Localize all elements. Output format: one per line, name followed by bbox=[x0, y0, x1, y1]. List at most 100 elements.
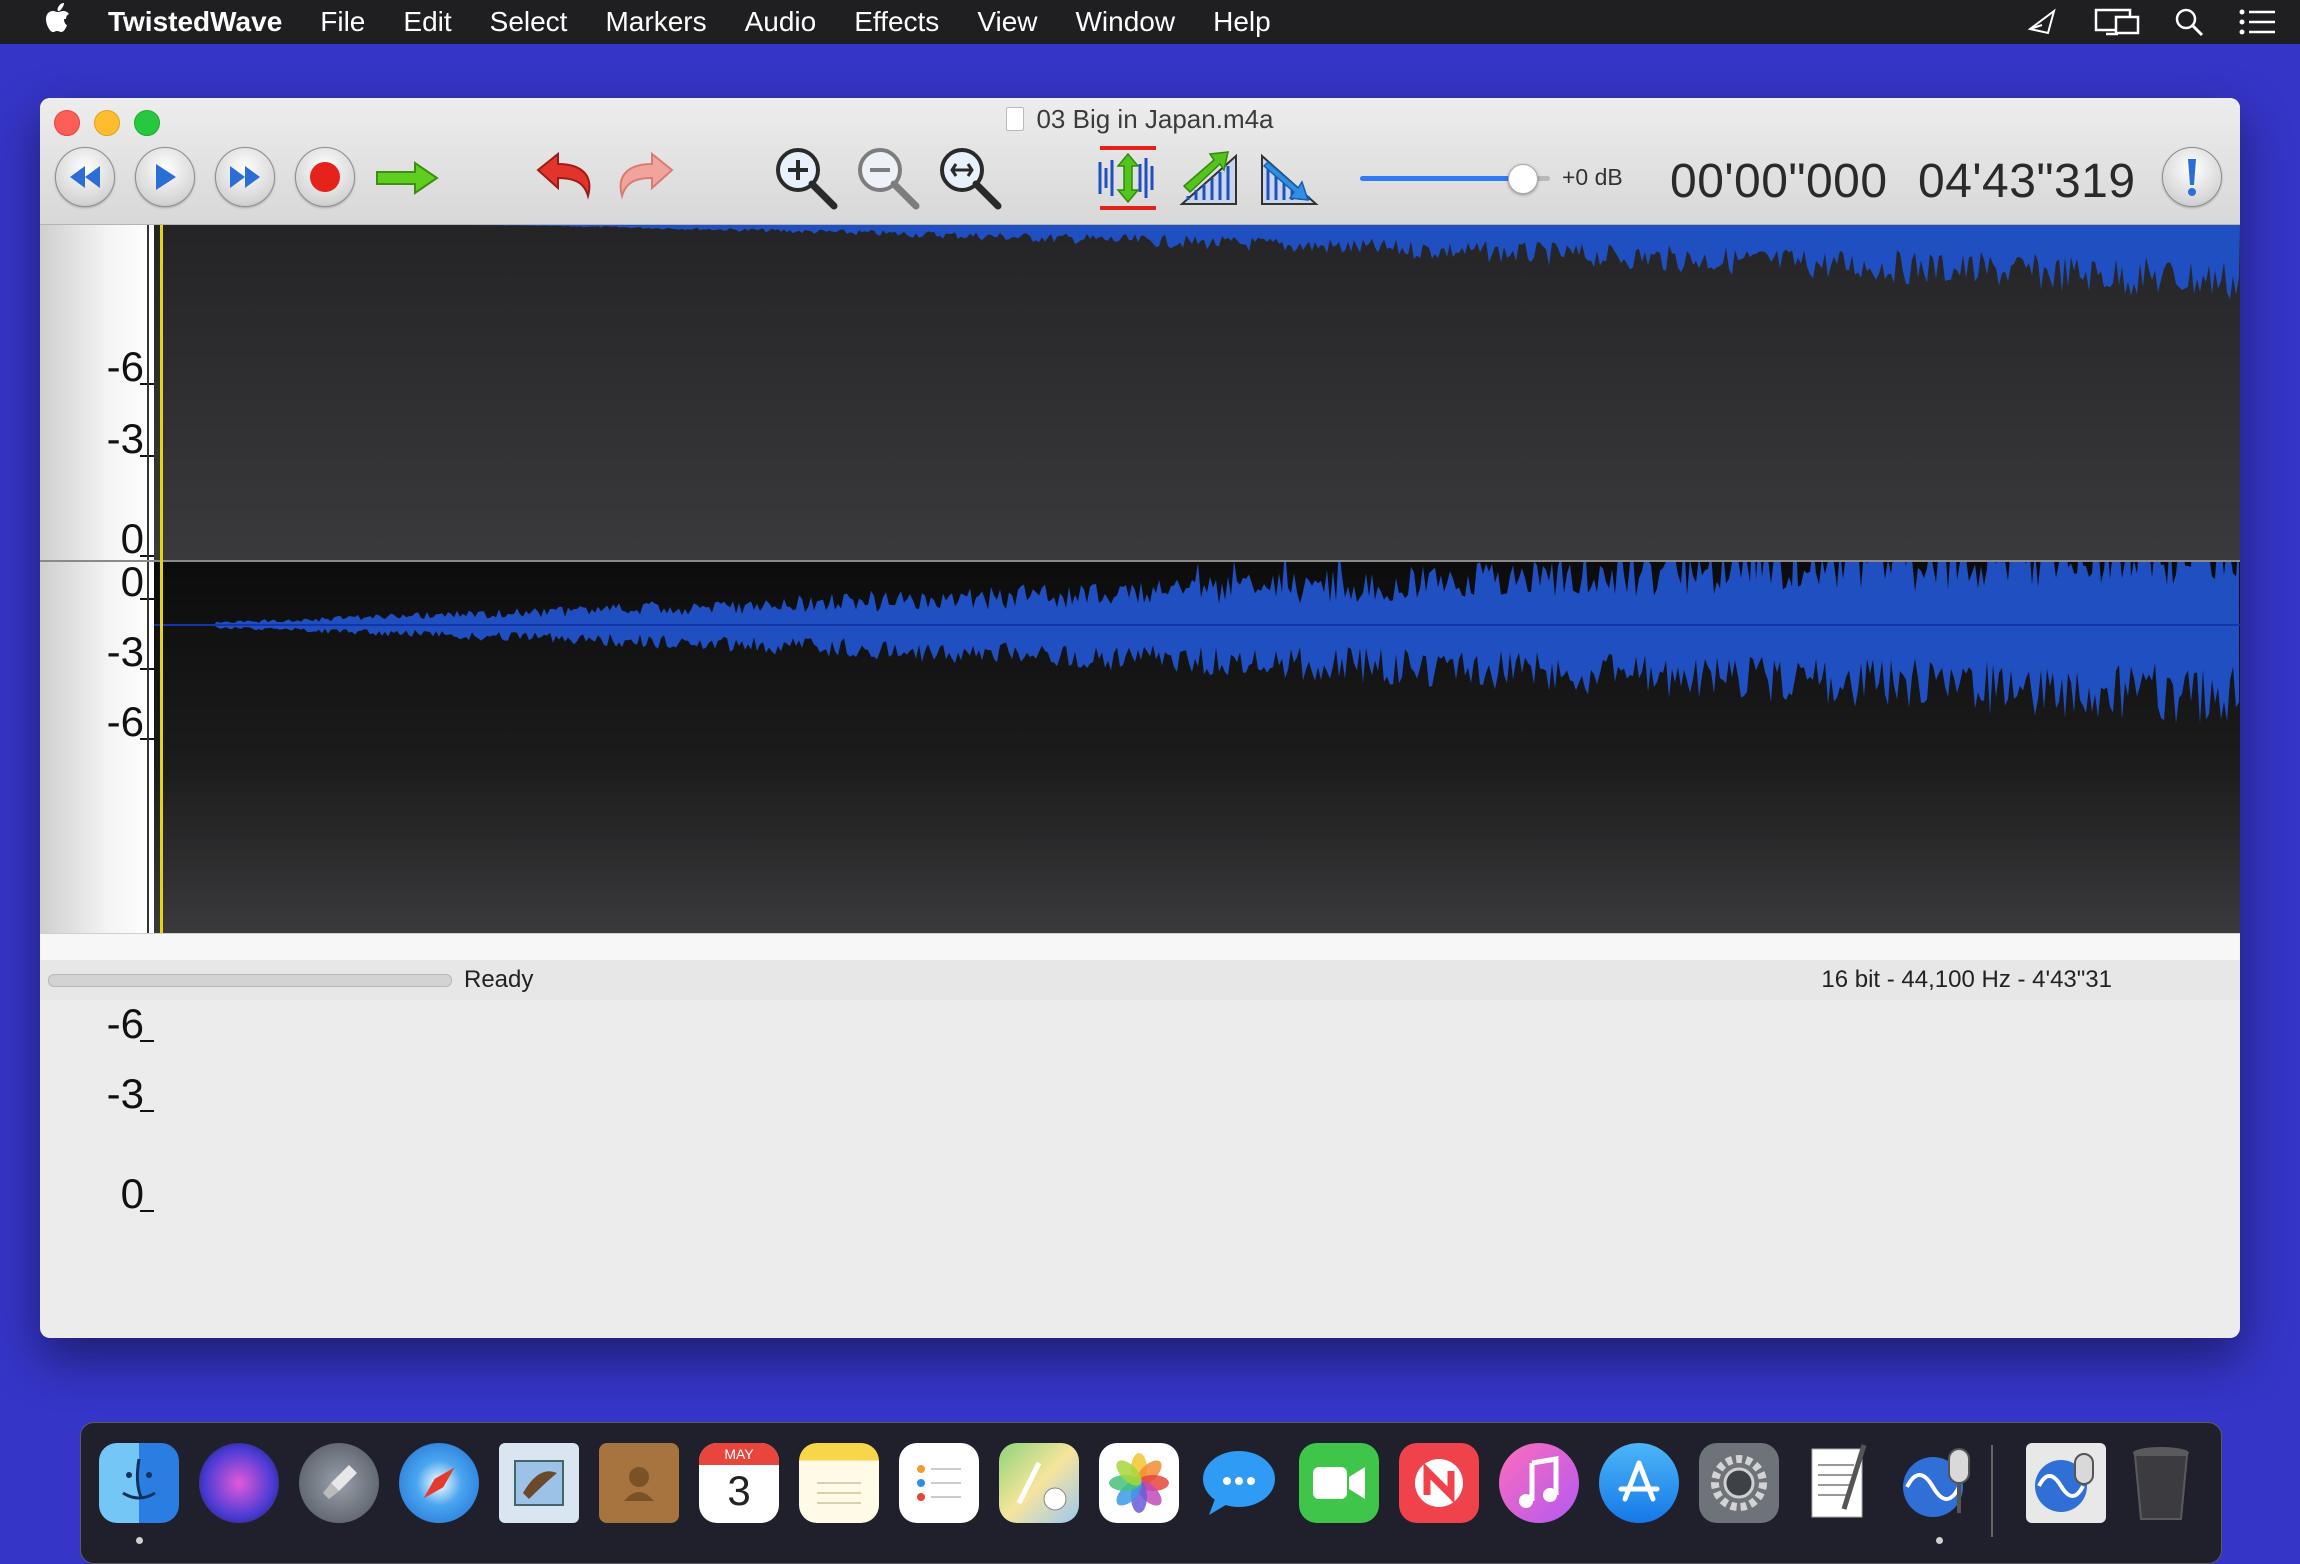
window-title: 03 Big in Japan.m4a bbox=[40, 104, 2240, 135]
normalize-icon bbox=[1098, 146, 1156, 210]
audio-format-info: 16 bit - 44,100 Hz - 4'43"31 bbox=[1821, 966, 2112, 993]
go-to-icon bbox=[376, 161, 439, 195]
menu-select[interactable]: Select bbox=[490, 6, 568, 38]
level-ruler-left-channel: -6 -3 0 bbox=[40, 225, 155, 562]
mail-icon[interactable] bbox=[499, 1443, 579, 1523]
record-icon bbox=[310, 162, 340, 192]
waveform-editor[interactable]: -6 -3 0 0 -3 -6 -6 -3 0 bbox=[40, 225, 2240, 1217]
twistedwave-document-icon[interactable] bbox=[2026, 1443, 2106, 1523]
apple-menu-icon[interactable] bbox=[38, 3, 78, 41]
gain-label: +0 dB bbox=[1562, 164, 1623, 190]
ruler-tick: 0 bbox=[120, 558, 155, 605]
calendar-month: MAY bbox=[699, 1443, 779, 1465]
calendar-icon[interactable]: MAY 3 bbox=[699, 1443, 779, 1523]
notification-center-icon[interactable] bbox=[2238, 8, 2276, 36]
photos-icon[interactable] bbox=[1099, 1443, 1179, 1523]
menu-audio[interactable]: Audio bbox=[745, 6, 817, 38]
play-icon bbox=[156, 164, 176, 190]
facetime-icon[interactable] bbox=[1299, 1443, 1379, 1523]
redo-button[interactable] bbox=[610, 148, 680, 208]
fade-in-icon bbox=[1179, 151, 1237, 205]
finder-running-indicator bbox=[136, 1537, 143, 1544]
fade-in-button[interactable] bbox=[1174, 142, 1242, 214]
app-name-menu[interactable]: TwistedWave bbox=[108, 6, 282, 38]
zoom-in-button[interactable] bbox=[770, 142, 842, 214]
playhead-cursor[interactable] bbox=[160, 225, 163, 933]
rewind-button[interactable] bbox=[55, 147, 115, 207]
zoom-fit-icon bbox=[940, 148, 1002, 210]
play-button[interactable] bbox=[135, 147, 195, 207]
menu-view[interactable]: View bbox=[977, 6, 1037, 38]
record-button[interactable] bbox=[295, 147, 355, 207]
airplay-icon[interactable] bbox=[2026, 7, 2060, 37]
menu-extras bbox=[2026, 0, 2276, 44]
safari-icon[interactable] bbox=[399, 1443, 479, 1523]
display-mirror-icon[interactable] bbox=[2094, 7, 2140, 37]
fast-forward-button[interactable] bbox=[215, 147, 275, 207]
go-to-button[interactable] bbox=[375, 153, 439, 203]
fade-out-button[interactable] bbox=[1254, 142, 1322, 214]
status-text: Ready bbox=[464, 966, 534, 993]
ruler-tick: -3 bbox=[106, 628, 155, 675]
textedit-icon[interactable] bbox=[1799, 1443, 1879, 1523]
system-preferences-icon[interactable] bbox=[1699, 1443, 1779, 1523]
news-icon[interactable] bbox=[1399, 1443, 1479, 1523]
ruler-tick: -6 bbox=[106, 1000, 155, 1047]
contacts-icon[interactable] bbox=[599, 1443, 679, 1523]
ruler-tick: -6 bbox=[106, 343, 155, 390]
ruler-tick: 0 bbox=[120, 515, 155, 562]
finder-icon[interactable] bbox=[99, 1443, 179, 1523]
ruler-tick: 0 bbox=[120, 1170, 155, 1217]
siri-icon[interactable] bbox=[199, 1443, 279, 1523]
zoom-out-icon bbox=[858, 148, 920, 210]
ruler-axis bbox=[147, 562, 149, 933]
itunes-icon[interactable] bbox=[1499, 1443, 1579, 1523]
normalize-button[interactable] bbox=[1094, 142, 1162, 214]
reminders-icon[interactable] bbox=[899, 1443, 979, 1523]
app-store-icon[interactable] bbox=[1599, 1443, 1679, 1523]
alert-icon bbox=[2188, 159, 2196, 196]
messages-icon[interactable] bbox=[1199, 1443, 1279, 1523]
menu-effects[interactable]: Effects bbox=[854, 6, 939, 38]
menu-bar: TwistedWave File Edit Select Markers Aud… bbox=[0, 0, 2300, 44]
dock: MAY 3 bbox=[80, 1422, 2222, 1564]
fast-forward-icon bbox=[230, 166, 260, 188]
channel-divider bbox=[40, 560, 2240, 562]
right-channel-track[interactable] bbox=[154, 562, 2240, 933]
twistedwave-icon[interactable] bbox=[1899, 1443, 1979, 1523]
menu-file[interactable]: File bbox=[320, 6, 365, 38]
notes-icon[interactable] bbox=[799, 1443, 879, 1523]
menu-markers[interactable]: Markers bbox=[605, 6, 706, 38]
horizontal-scrollbar[interactable] bbox=[40, 933, 2240, 960]
launchpad-icon[interactable] bbox=[299, 1443, 379, 1523]
zoom-out-button[interactable] bbox=[852, 142, 924, 214]
ruler-tick: -3 bbox=[106, 1070, 155, 1117]
volume-slider-knob[interactable] bbox=[1507, 164, 1538, 194]
alert-button[interactable] bbox=[2162, 147, 2222, 207]
menu-window[interactable]: Window bbox=[1076, 6, 1176, 38]
ruler-tick: -3 bbox=[106, 415, 155, 462]
trash-icon[interactable] bbox=[2121, 1443, 2201, 1523]
volume-slider[interactable] bbox=[1360, 164, 1550, 194]
dock-separator bbox=[1991, 1445, 1993, 1537]
current-time-display: 00'00"000 bbox=[1670, 155, 1888, 208]
maps-icon[interactable] bbox=[999, 1443, 1079, 1523]
ruler-tick: -6 bbox=[106, 698, 155, 745]
zoom-fit-button[interactable] bbox=[934, 142, 1006, 214]
left-channel-track[interactable] bbox=[154, 225, 2240, 560]
menu-edit[interactable]: Edit bbox=[403, 6, 451, 38]
title-bar: 03 Big in Japan.m4a +0 dB 00'00"000 04'4… bbox=[40, 98, 2240, 225]
undo-icon bbox=[536, 151, 591, 200]
volume-slider-fill bbox=[1360, 176, 1522, 181]
spotlight-search-icon[interactable] bbox=[2174, 7, 2204, 37]
ruler-axis bbox=[147, 225, 149, 560]
level-ruler-right-channel: 0 -3 -6 -6 -3 0 bbox=[40, 558, 155, 1217]
redo-icon bbox=[619, 151, 674, 200]
calendar-day: 3 bbox=[727, 1467, 751, 1514]
document-icon bbox=[1006, 107, 1025, 131]
twistedwave-running-indicator bbox=[1936, 1537, 1943, 1544]
fade-out-icon bbox=[1261, 153, 1319, 205]
undo-button[interactable] bbox=[530, 148, 600, 208]
rewind-icon bbox=[70, 166, 100, 188]
menu-help[interactable]: Help bbox=[1213, 6, 1271, 38]
